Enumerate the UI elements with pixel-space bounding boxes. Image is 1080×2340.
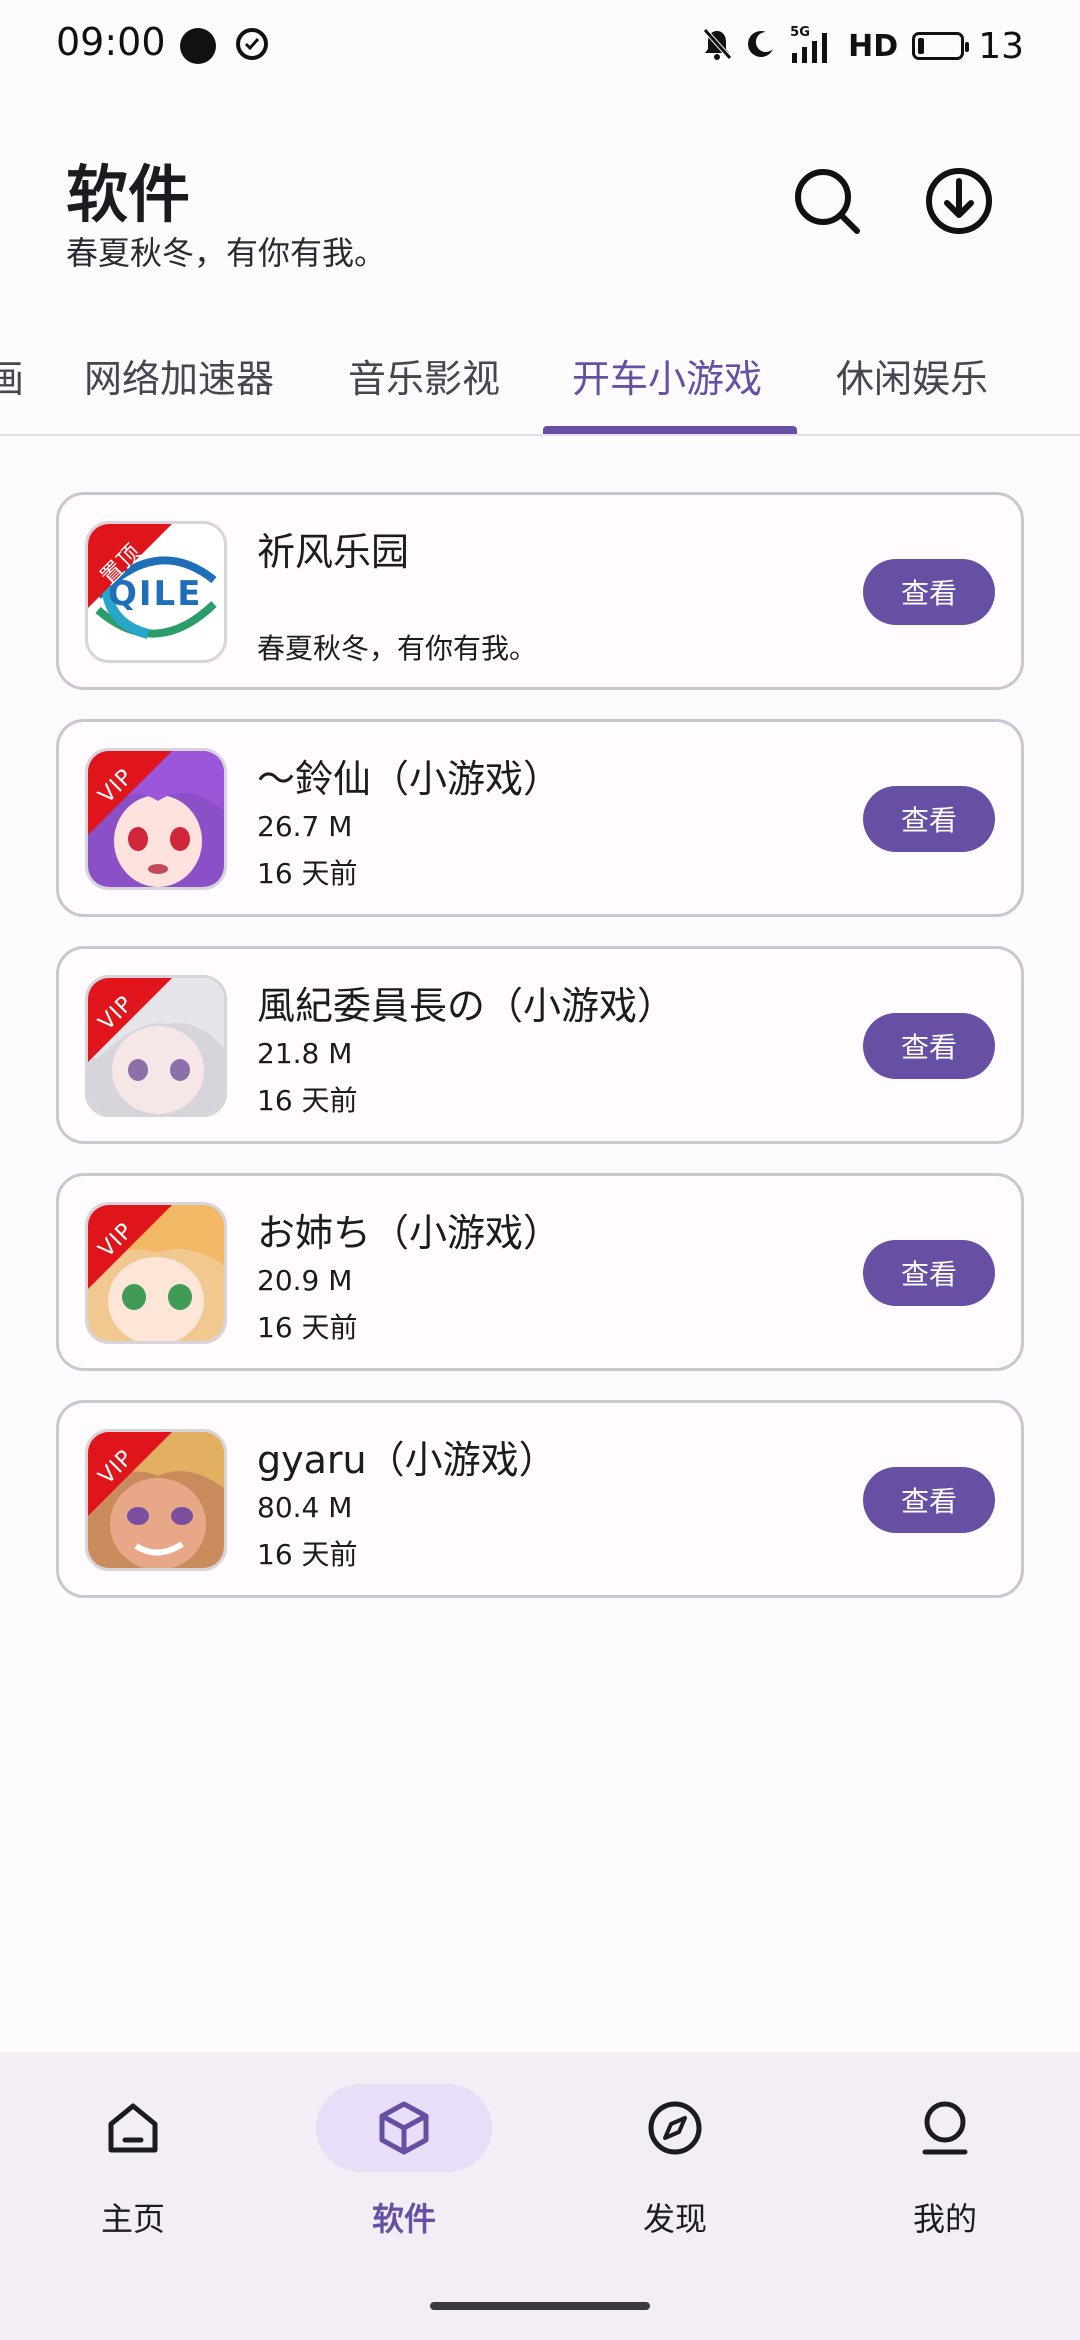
battery-level: 13 — [978, 25, 1024, 67]
nav-profile[interactable]: 我的 — [860, 2084, 1030, 2264]
tab-driving-minigames[interactable]: 开车小游戏 — [572, 348, 762, 403]
nav-software[interactable]: 软件 — [316, 2084, 492, 2264]
app-card-qifeng[interactable]: QILE 置顶 祈风乐园 春夏秋冬，有你有我。 查看 — [56, 492, 1024, 690]
view-button[interactable]: 查看 — [863, 1467, 995, 1533]
app-card-oneechi[interactable]: VIP お姉ち（小游戏） 20.9 M 16 天前 查看 — [56, 1173, 1024, 1371]
app-icon-qile: QILE 置顶 — [85, 521, 227, 663]
cube-icon — [374, 2098, 434, 2158]
app-size: 26.7 M — [257, 810, 353, 843]
active-tab-indicator — [543, 426, 797, 434]
signal-icon: 5G — [790, 25, 834, 63]
app-updated: 16 天前 — [257, 857, 358, 890]
nav-label: 主页 — [100, 2200, 165, 2238]
page-subtitle: 春夏秋冬，有你有我。 — [66, 234, 387, 272]
view-button[interactable]: 查看 — [863, 1240, 995, 1306]
nav-home[interactable]: 主页 — [48, 2084, 218, 2264]
app-card-gyaru[interactable]: VIP gyaru（小游戏） 80.4 M 16 天前 查看 — [56, 1400, 1024, 1598]
app-name: 風紀委員長の（小游戏） — [257, 984, 676, 1028]
page-title: 软件 — [66, 158, 191, 231]
app-icon-gyaru: VIP — [85, 1429, 227, 1571]
app-name: お姉ち（小游戏） — [257, 1211, 562, 1255]
app-icon-fuuki: VIP — [85, 975, 227, 1117]
app-name: 祈风乐园 — [257, 530, 410, 574]
app-card-reisen[interactable]: VIP 〜鈴仙（小游戏） 26.7 M 16 天前 查看 — [56, 719, 1024, 917]
app-description: 春夏秋冬，有你有我。 — [257, 632, 538, 665]
app-updated: 16 天前 — [257, 1084, 358, 1117]
app-size: 80.4 M — [257, 1491, 353, 1524]
status-bar: 09:00 5G HD 13 — [0, 0, 1080, 92]
check-circle-icon — [236, 28, 268, 60]
bottom-navigation: 主页 软件 发现 我的 — [0, 2052, 1080, 2340]
download-button[interactable] — [914, 158, 1004, 248]
app-updated: 16 天前 — [257, 1538, 358, 1571]
person-icon — [915, 2098, 975, 2158]
app-size: 21.8 M — [257, 1037, 353, 1070]
tab-partial[interactable]: 画 — [0, 348, 24, 403]
search-button[interactable] — [782, 158, 872, 248]
view-button[interactable]: 查看 — [863, 786, 995, 852]
app-card-fuuki[interactable]: VIP 風紀委員長の（小游戏） 21.8 M 16 天前 查看 — [56, 946, 1024, 1144]
tab-leisure[interactable]: 休闲娱乐 — [836, 348, 988, 403]
nav-label: 软件 — [371, 2200, 436, 2238]
mute-bell-icon — [702, 27, 733, 65]
view-button[interactable]: 查看 — [863, 559, 995, 625]
compass-icon — [645, 2098, 705, 2158]
moon-icon — [746, 29, 776, 63]
view-button[interactable]: 查看 — [863, 1013, 995, 1079]
chat-bubble-icon — [180, 28, 216, 64]
status-icons: 5G HD 13 — [702, 20, 1024, 72]
status-time: 09:00 — [56, 20, 166, 64]
tab-music-video[interactable]: 音乐影视 — [348, 348, 500, 403]
app-name: 〜鈴仙（小游戏） — [257, 757, 562, 801]
category-tabs: 画 网络加速器 音乐影视 开车小游戏 休闲娱乐 — [0, 330, 1080, 436]
app-icon-oneechi: VIP — [85, 1202, 227, 1344]
nav-label: 发现 — [642, 2200, 707, 2238]
hd-indicator: HD — [848, 28, 899, 64]
search-icon — [791, 165, 863, 241]
nav-label: 我的 — [912, 2200, 977, 2238]
home-indicator[interactable] — [430, 2302, 650, 2310]
nav-discover[interactable]: 发现 — [590, 2084, 760, 2264]
app-size: 20.9 M — [257, 1264, 353, 1297]
app-updated: 16 天前 — [257, 1311, 358, 1344]
download-icon — [923, 165, 995, 241]
home-icon — [103, 2098, 163, 2158]
app-name: gyaru（小游戏） — [257, 1438, 557, 1482]
tab-network-accelerator[interactable]: 网络加速器 — [84, 348, 274, 403]
battery-icon — [912, 32, 970, 60]
app-icon-reisen: VIP — [85, 748, 227, 890]
